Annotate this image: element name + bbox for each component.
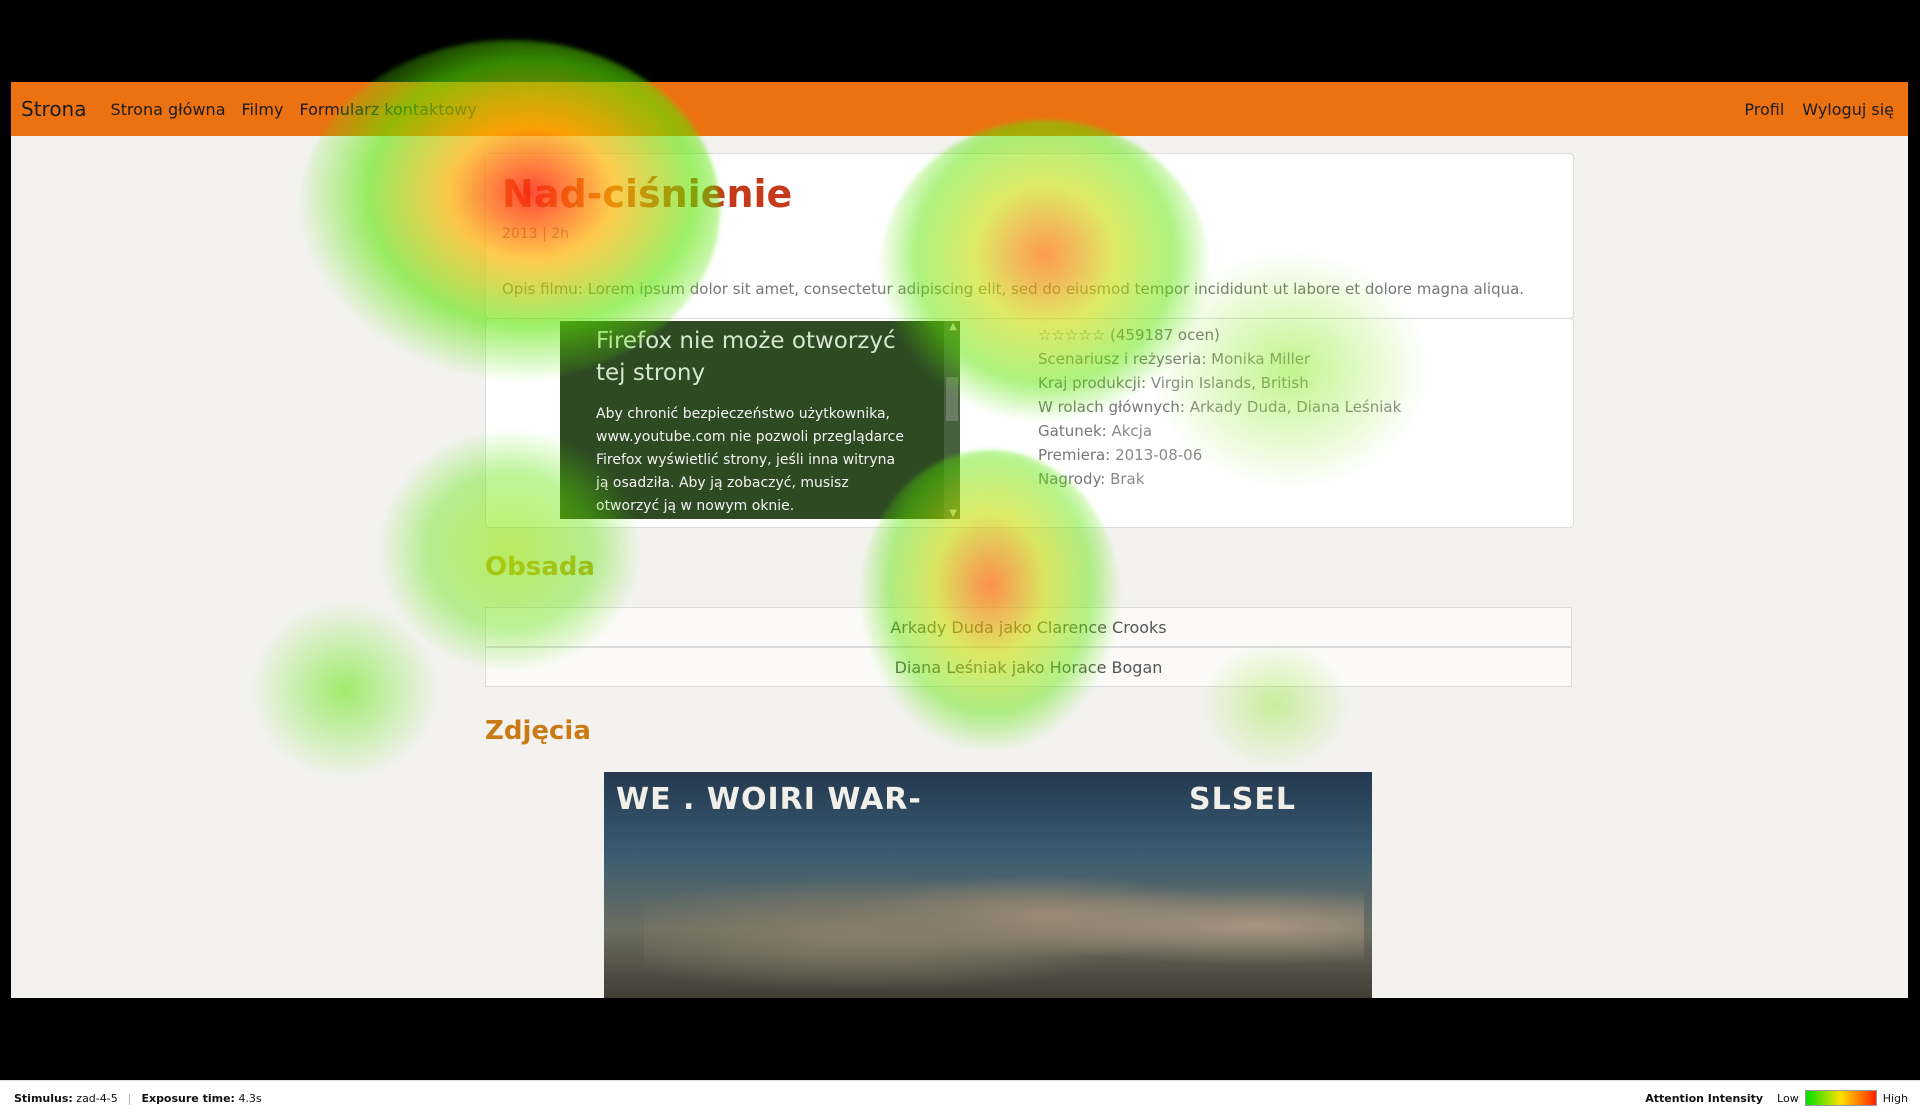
country-row: Kraj produkcji: Virgin Islands, British <box>1038 371 1401 395</box>
attention-legend: Attention Intensity Low High <box>1645 1090 1908 1106</box>
photos-heading: Zdjęcia <box>485 716 591 746</box>
nav-right: Profil Wyloguj się <box>1726 100 1908 119</box>
poster-figures <box>644 832 1364 998</box>
genre-row: Gatunek: Akcja <box>1038 419 1401 443</box>
premiere-label: Premiera: <box>1038 446 1111 464</box>
cast-row-info: W rolach głównych: Arkady Duda, Diana Le… <box>1038 395 1401 419</box>
movie-details-card: Firefox nie może otworzyć tej strony Aby… <box>485 318 1574 528</box>
movie-meta: 2013 | 2h <box>502 226 570 242</box>
legend-title: Attention Intensity <box>1645 1091 1764 1105</box>
exposure-info: Exposure time: 4.3s <box>141 1092 261 1105</box>
stats-footer: Stimulus: zad-4-5 | Exposure time: 4.3s … <box>0 1080 1920 1115</box>
separator: | <box>127 1091 132 1105</box>
navbar: Strona Strona główna Filmy Formularz kon… <box>11 82 1908 136</box>
country-label: Kraj produkcji: <box>1038 374 1147 392</box>
movie-poster-image[interactable]: WE . WOIRI WAR- SLSEL <box>604 772 1372 998</box>
cast-value: Arkady Duda, Diana Leśniak <box>1189 398 1402 416</box>
poster-text-left: WE . WOIRI WAR- <box>616 782 922 817</box>
embed-error-heading: Firefox nie może otworzyć tej strony <box>596 328 896 386</box>
premiere-row: Premiera: 2013-08-06 <box>1038 443 1401 467</box>
rating: ☆☆☆☆☆ (459187 ocen) <box>1038 326 1220 344</box>
exposure-value: 4.3s <box>238 1091 262 1105</box>
nav-profile[interactable]: Profil <box>1744 100 1784 119</box>
country-value: Virgin Islands, British <box>1150 374 1309 392</box>
movie-title: Nad-ciśnienie <box>502 172 793 216</box>
list-item: Arkady Duda jako Clarence Crooks <box>485 607 1572 647</box>
genre-label: Gatunek: <box>1038 422 1107 440</box>
nav-movies[interactable]: Filmy <box>242 100 284 119</box>
list-item: Diana Leśniak jako Horace Bogan <box>485 647 1572 687</box>
nav-logout[interactable]: Wyloguj się <box>1802 100 1894 119</box>
brand-link[interactable]: Strona <box>21 97 87 121</box>
stimulus-label: Stimulus: <box>14 1091 73 1105</box>
embedded-video-frame[interactable]: Firefox nie może otworzyć tej strony Aby… <box>560 321 960 519</box>
legend-gradient <box>1804 1090 1877 1106</box>
scroll-up-icon[interactable]: ▲ <box>949 321 957 332</box>
movie-info: ☆☆☆☆☆ (459187 ocen) Scenariusz i reżyser… <box>1038 323 1401 491</box>
writer-value: Monika Miller <box>1211 350 1311 368</box>
genre-value: Akcja <box>1111 422 1153 440</box>
movie-description: Opis filmu: Lorem ipsum dolor sit amet, … <box>502 280 1525 298</box>
embed-scrollbar[interactable]: ▲ ▼ <box>944 321 960 519</box>
scroll-down-icon[interactable]: ▼ <box>949 508 957 519</box>
poster-text-right: SLSEL <box>1189 782 1296 817</box>
writer-label: Scenariusz i reżyseria: <box>1038 350 1207 368</box>
embed-error-body: Aby chronić bezpieczeństwo użytkownika, … <box>596 406 904 514</box>
nav-contact-form[interactable]: Formularz kontaktowy <box>299 100 476 119</box>
movie-header-card: Nad-ciśnienie 2013 | 2h Opis filmu: Lore… <box>485 153 1574 319</box>
writer-row: Scenariusz i reżyseria: Monika Miller <box>1038 347 1401 371</box>
stimulus-value: zad-4-5 <box>76 1091 118 1105</box>
exposure-label: Exposure time: <box>141 1091 235 1105</box>
premiere-value: 2013-08-06 <box>1115 446 1203 464</box>
legend-low: Low <box>1777 1091 1799 1105</box>
scrollbar-thumb[interactable] <box>946 377 958 421</box>
awards-label: Nagrody: <box>1038 470 1106 488</box>
awards-value: Brak <box>1110 470 1145 488</box>
cast-heading: Obsada <box>485 552 595 582</box>
browser-viewport: Strona Strona główna Filmy Formularz kon… <box>11 82 1908 998</box>
legend-high: High <box>1882 1091 1908 1105</box>
cast-label: W rolach głównych: <box>1038 398 1185 416</box>
awards-row: Nagrody: Brak <box>1038 467 1401 491</box>
stimulus-info: Stimulus: zad-4-5 <box>14 1092 118 1105</box>
nav-home[interactable]: Strona główna <box>111 100 226 119</box>
